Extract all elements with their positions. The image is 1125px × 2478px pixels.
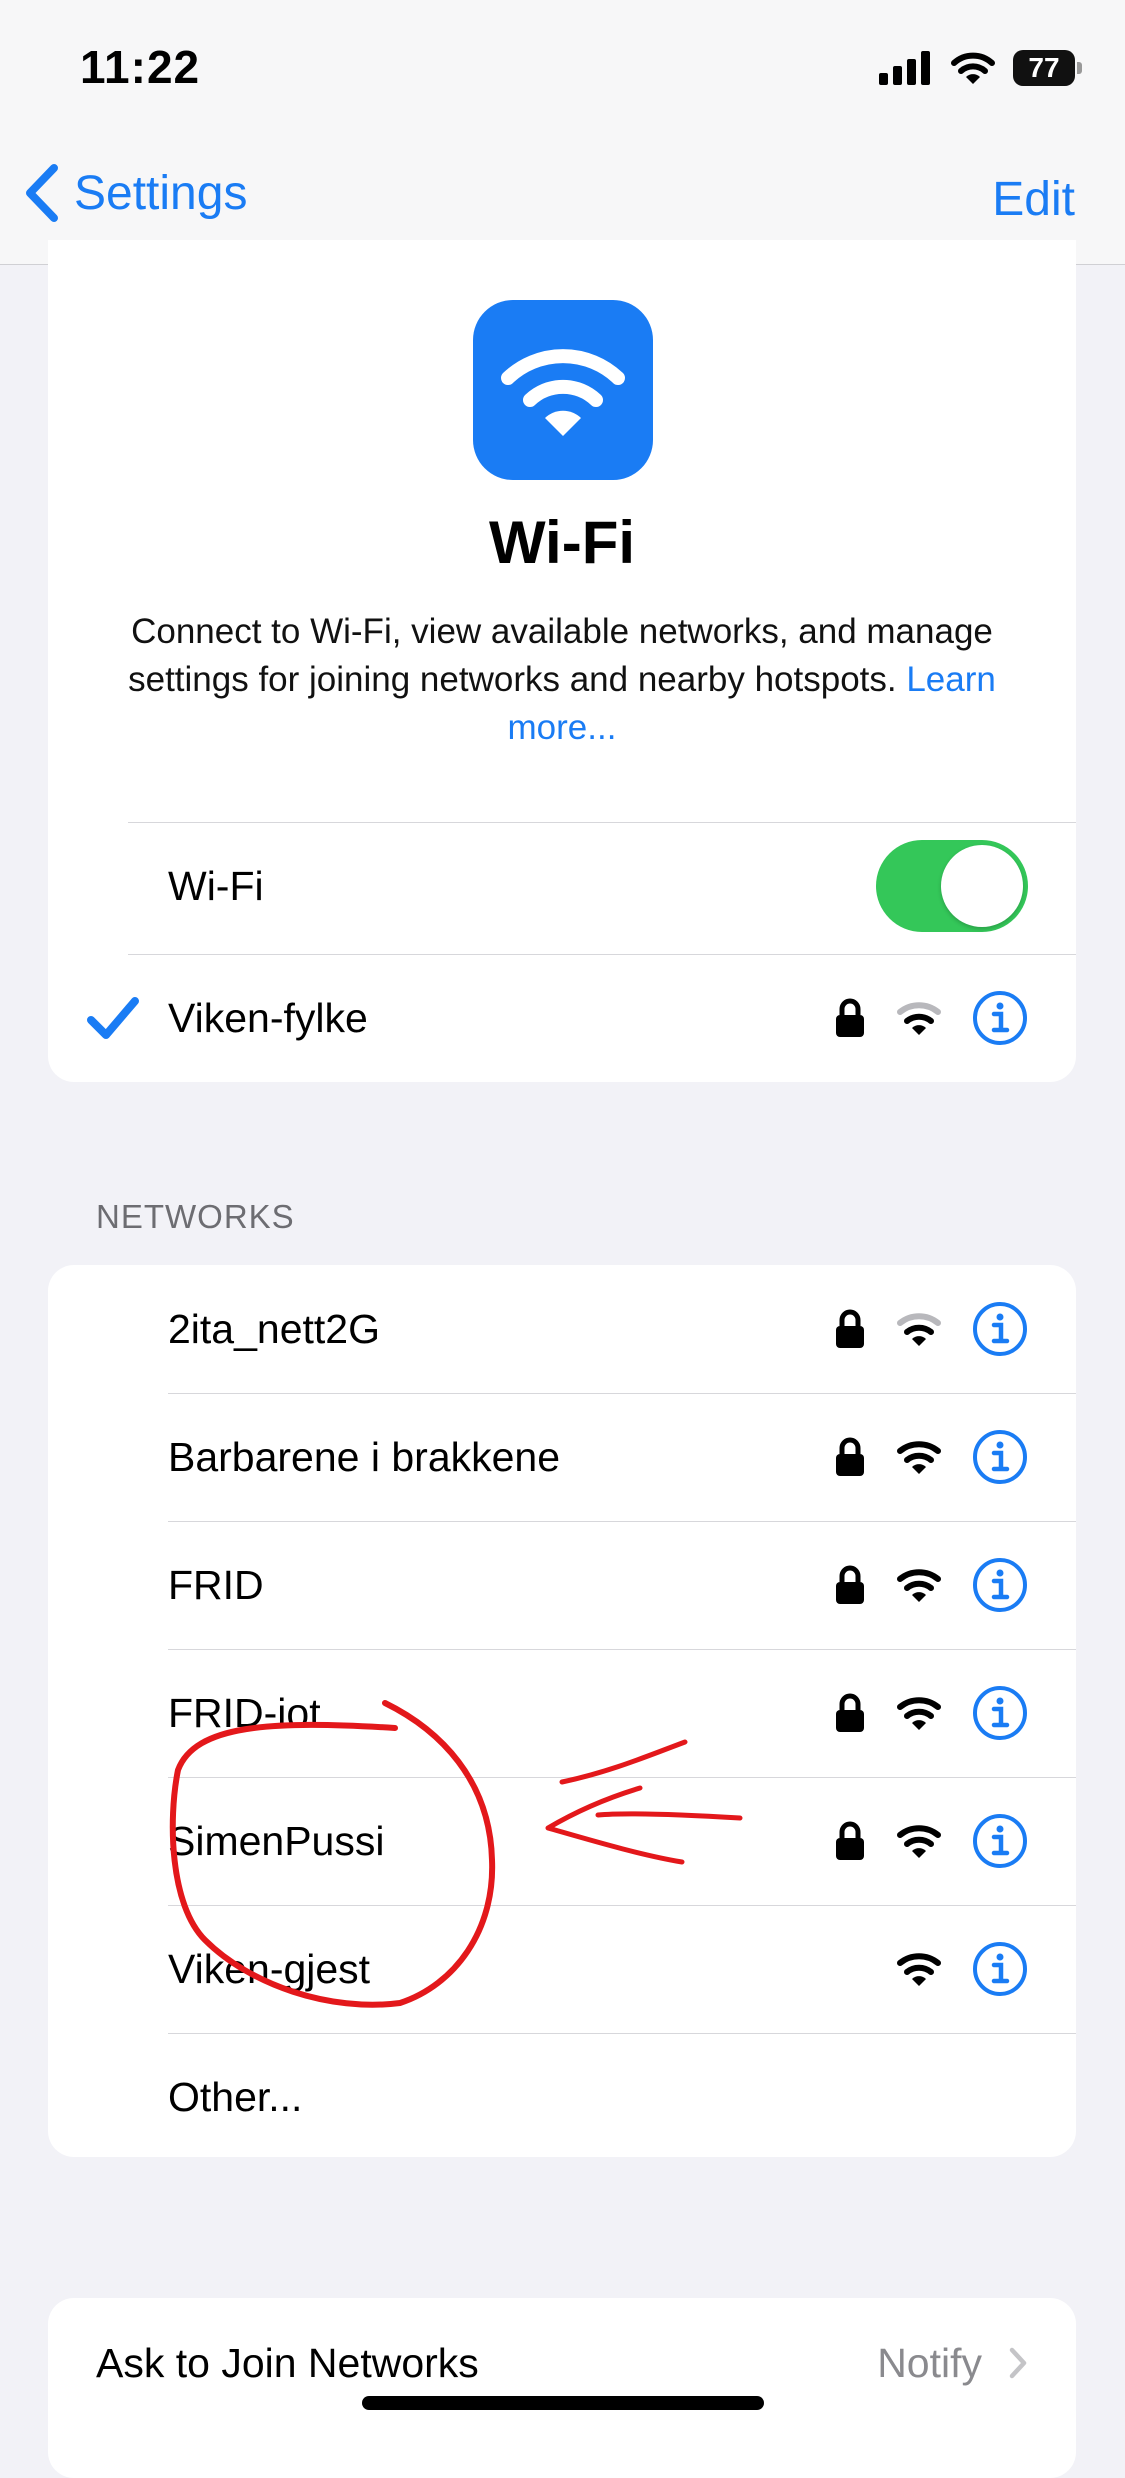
network-name: SimenPussi [168,1818,385,1864]
description-text: Connect to Wi-Fi, view available network… [128,612,993,699]
wifi-icon [501,349,625,436]
networks-section-header: NETWORKS [96,1198,295,1235]
wifi-description: Connect to Wi-Fi, view available network… [108,608,1016,752]
chevron-right-icon [1009,2347,1027,2379]
wifi-full-icon [897,1697,941,1730]
network-name: FRID-iot [168,1690,321,1736]
wifi-weak-icon [897,1002,941,1035]
wifi-toggle-label: Wi-Fi [168,863,264,909]
chevron-left-icon [26,164,58,222]
network-name: FRID [168,1562,264,1608]
wifi-status-icon [951,52,995,84]
network-name: Viken-gjest [168,1946,371,1992]
home-indicator [362,2396,764,2410]
wifi-toggle-switch[interactable] [876,840,1028,932]
back-button[interactable]: Settings [22,162,247,224]
page-title: Wi-Fi [488,509,636,576]
toggle-knob [941,845,1023,927]
other-network-row[interactable]: Other... [48,2033,1076,2157]
status-bar: 11:22 77 [0,0,1125,130]
info-icon[interactable] [972,1941,1028,1997]
wifi-full-icon [897,1441,941,1474]
ask-to-join-value: Notify [877,2339,982,2386]
ask-to-join-row[interactable]: Ask to Join Networks Notify [48,2298,1076,2478]
back-label: Settings [74,166,248,220]
info-icon[interactable] [972,1301,1028,1357]
network-row[interactable]: Barbarene i brakkene [48,1393,1076,1521]
divider [168,2033,1076,2034]
info-icon[interactable] [972,1685,1028,1741]
network-row[interactable]: FRID-iot [48,1649,1076,1777]
info-icon[interactable] [972,1429,1028,1485]
lock-icon [836,1437,864,1476]
connected-network-name: Viken-fylke [168,995,368,1041]
connected-network-row[interactable]: Viken-fylke [48,954,1076,1082]
wifi-app-icon [473,300,653,480]
lock-icon [836,1565,864,1604]
cellular-signal-icon [879,51,930,85]
status-time: 11:22 [80,41,201,93]
network-row[interactable]: FRID [48,1521,1076,1649]
network-name: 2ita_nett2G [168,1306,380,1352]
network-row[interactable]: 2ita_nett2G [48,1265,1076,1393]
wifi-full-icon [897,1569,941,1602]
status-icons: 77 [879,48,1082,88]
battery-icon: 77 [1013,50,1082,86]
info-icon[interactable] [972,990,1028,1046]
info-icon[interactable] [972,1813,1028,1869]
networks-list: 2ita_nett2G Barbarene i brakkene FRID FR… [48,1265,1076,2157]
wifi-weak-icon [897,1313,941,1346]
info-icon[interactable] [972,1557,1028,1613]
other-network-label: Other... [168,2074,303,2120]
lock-icon [836,1821,864,1860]
network-row[interactable]: Viken-gjest [48,1905,1076,2033]
lock-icon [836,998,864,1037]
wifi-toggle-row: Wi-Fi [48,822,1076,950]
checkmark-icon [86,954,140,1082]
wifi-full-icon [897,1825,941,1858]
wifi-header-card: Wi-Fi Connect to Wi-Fi, view available n… [48,240,1076,1082]
wifi-full-icon [897,1953,941,1986]
lock-icon [836,1309,864,1348]
lock-icon [836,1693,864,1732]
network-row[interactable]: SimenPussi [48,1777,1076,1905]
network-name: Barbarene i brakkene [168,1434,561,1480]
edit-button[interactable]: Edit [992,172,1075,227]
